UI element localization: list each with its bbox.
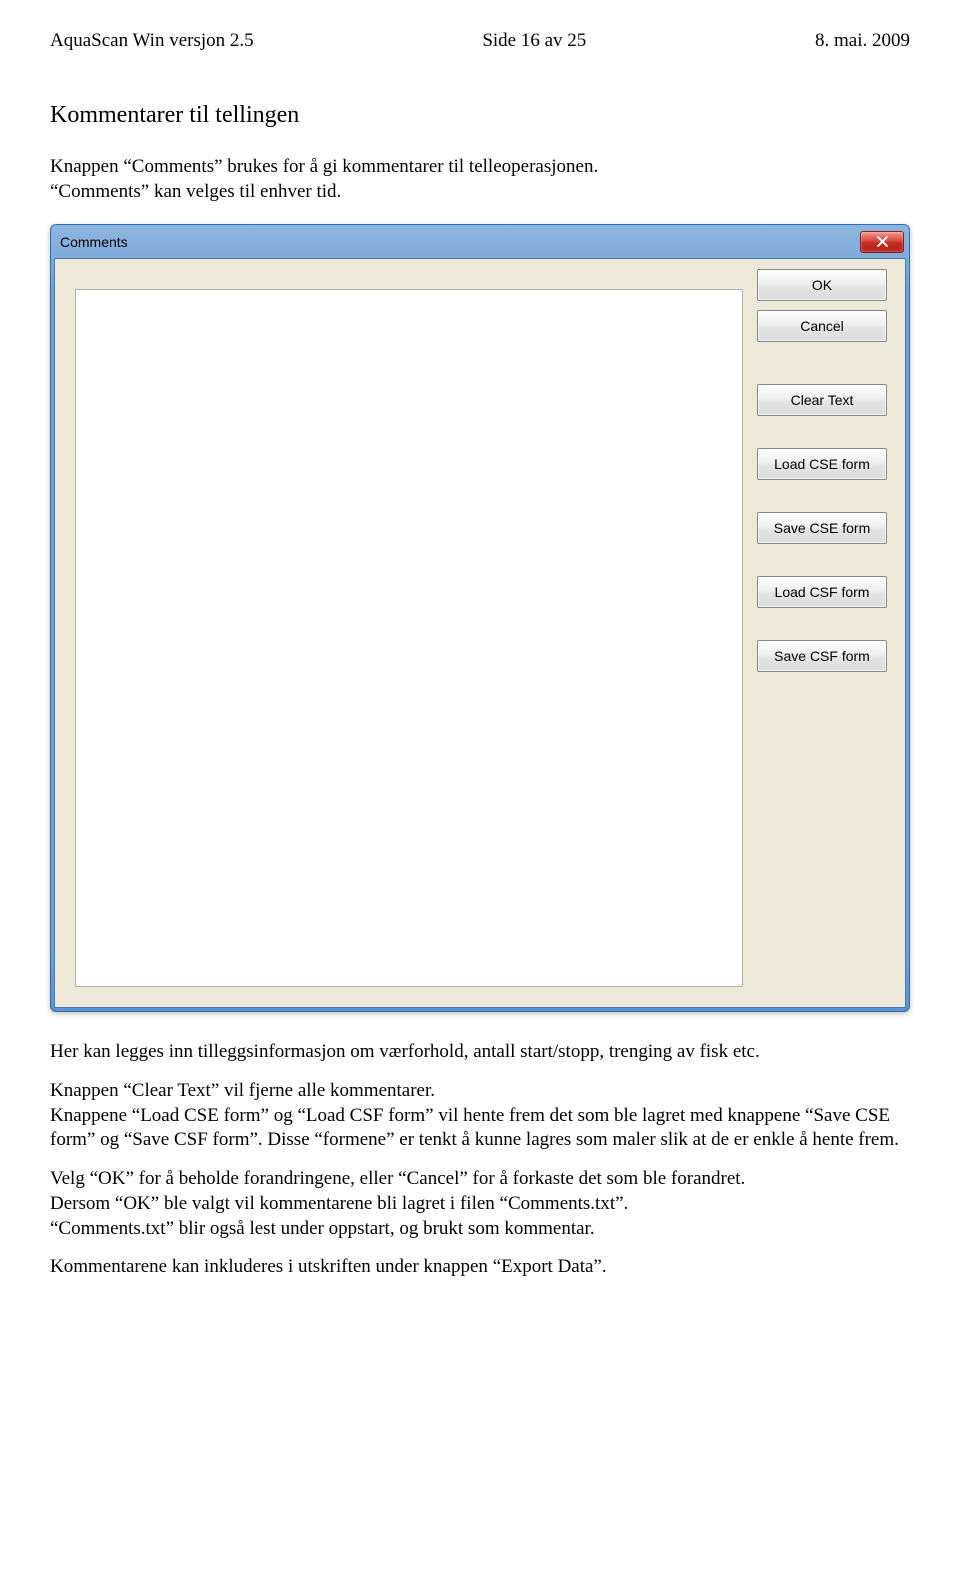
load-csf-form-button[interactable]: Load CSF form (757, 576, 887, 608)
comments-dialog: Comments OK Cancel Clear Text Load CSE f… (50, 224, 910, 1012)
dialog-title: Comments (60, 234, 860, 250)
comments-textarea[interactable] (75, 289, 743, 987)
close-icon (877, 234, 888, 250)
paragraph-intro: Knappen “Comments” brukes for å gi komme… (50, 155, 910, 204)
paragraph-after-2: Knappen “Clear Text” vil fjerne alle kom… (50, 1079, 910, 1153)
dialog-titlebar: Comments (54, 228, 906, 258)
save-csf-form-button[interactable]: Save CSF form (757, 640, 887, 672)
header-right: 8. mai. 2009 (815, 30, 910, 52)
load-cse-form-button[interactable]: Load CSE form (757, 448, 887, 480)
paragraph-after-3: Velg “OK” for å beholde forandringene, e… (50, 1167, 910, 1241)
section-title: Kommentarer til tellingen (50, 102, 910, 129)
header-center: Side 16 av 25 (482, 30, 586, 52)
page-header: AquaScan Win versjon 2.5 Side 16 av 25 8… (50, 30, 910, 52)
paragraph-after-1: Her kan legges inn tilleggsinformasjon o… (50, 1040, 910, 1065)
ok-button[interactable]: OK (757, 269, 887, 301)
clear-text-button[interactable]: Clear Text (757, 384, 887, 416)
paragraph-after-4: Kommentarene kan inkluderes i utskriften… (50, 1255, 910, 1280)
save-cse-form-button[interactable]: Save CSE form (757, 512, 887, 544)
close-button[interactable] (860, 231, 904, 253)
header-left: AquaScan Win versjon 2.5 (50, 30, 254, 52)
cancel-button[interactable]: Cancel (757, 310, 887, 342)
dialog-button-column: OK Cancel Clear Text Load CSE form Save … (757, 269, 895, 997)
dialog-client-area: OK Cancel Clear Text Load CSE form Save … (54, 258, 906, 1008)
